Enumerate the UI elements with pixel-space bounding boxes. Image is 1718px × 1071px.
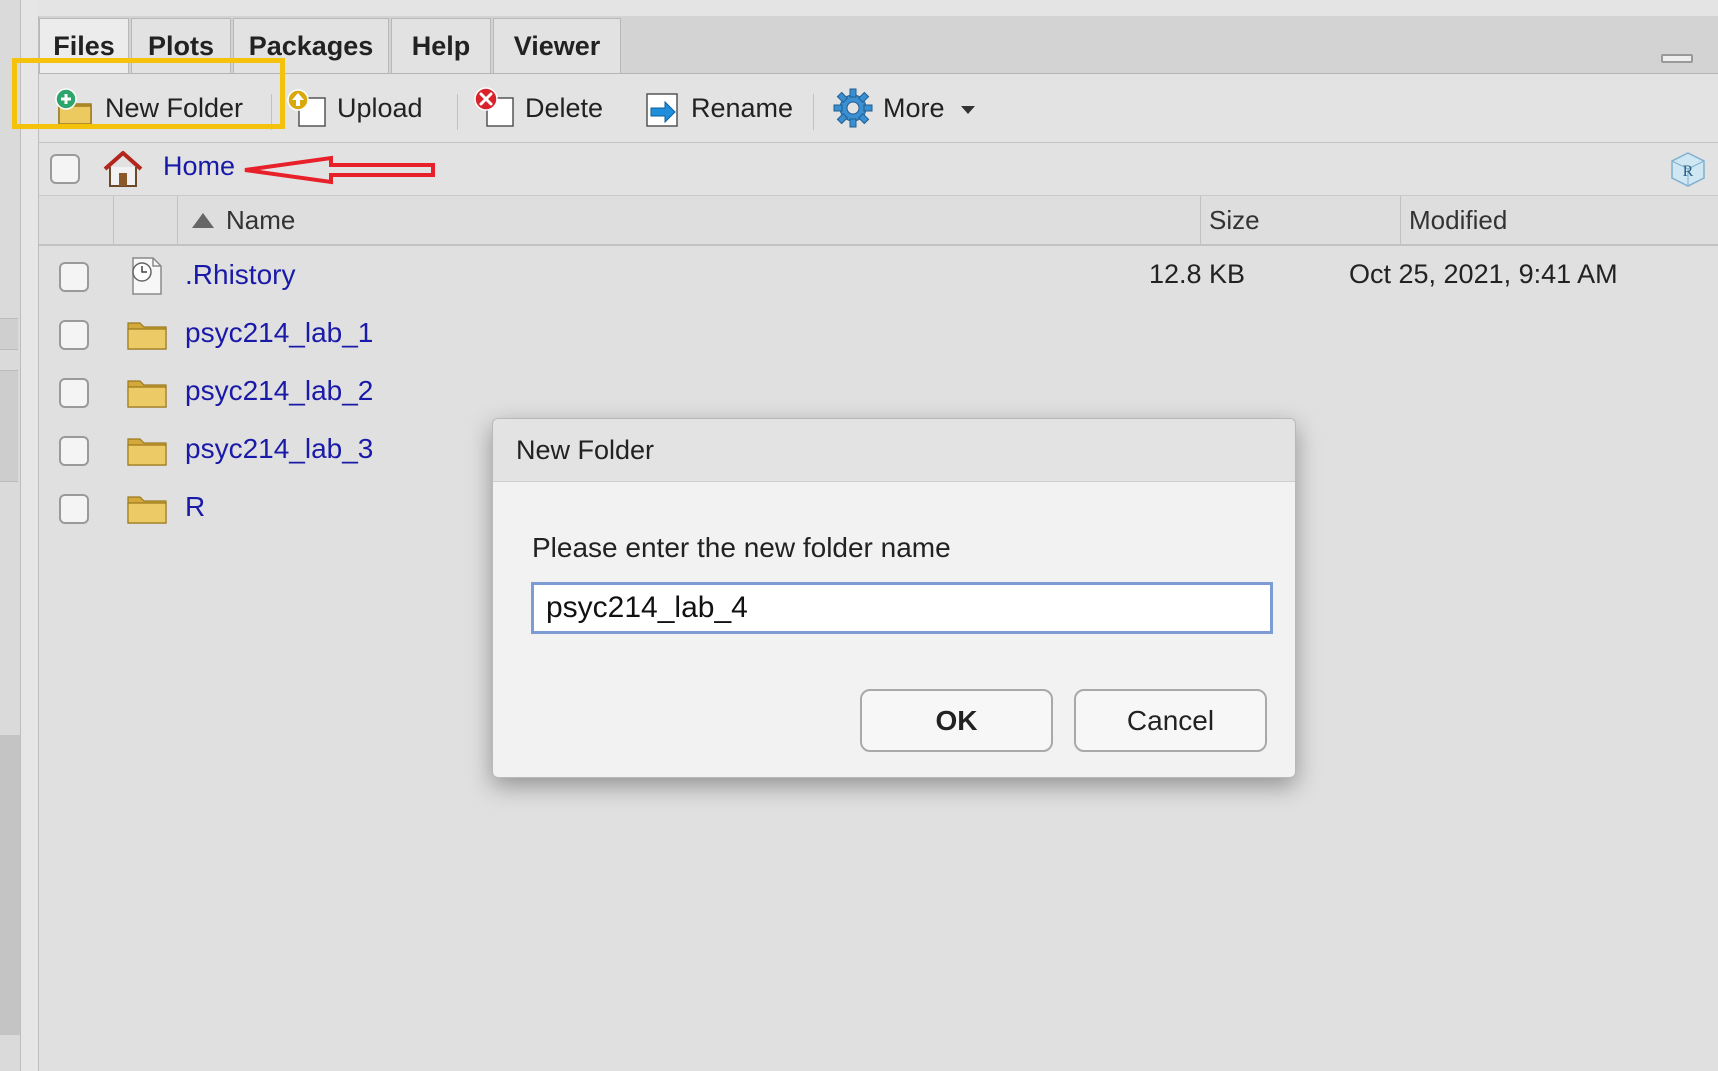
table-row[interactable]: psyc214_lab_2 — [39, 364, 1718, 420]
file-modified: Oct 25, 2021, 9:41 AM — [1349, 259, 1618, 289]
left-pane-scrollbar[interactable] — [0, 735, 20, 1035]
delete-label: Delete — [525, 92, 604, 123]
row-checkbox[interactable] — [59, 378, 89, 408]
annotation-highlight-box — [12, 58, 285, 129]
delete-button[interactable]: Delete — [473, 82, 603, 134]
more-button[interactable]: More — [831, 82, 975, 134]
folder-icon — [127, 430, 167, 470]
folder-name-link[interactable]: psyc214_lab_3 — [185, 433, 373, 465]
minimize-pane-icon[interactable] — [1661, 54, 1693, 63]
header-icon-column — [113, 196, 177, 244]
folder-name-link[interactable]: R — [185, 491, 205, 523]
header-name-column[interactable]: Name — [177, 196, 1200, 244]
tab-viewer[interactable]: Viewer — [493, 18, 621, 73]
left-pane-edge — [0, 0, 21, 1071]
tab-help[interactable]: Help — [391, 18, 491, 73]
rename-icon — [639, 86, 683, 130]
sort-ascending-icon — [192, 212, 214, 228]
folder-icon — [127, 314, 167, 354]
file-list-header: Name Size Modified — [39, 196, 1718, 246]
upload-button[interactable]: Upload — [285, 82, 423, 134]
files-toolbar: New Folder Upload Delete Rename More — [39, 74, 1718, 143]
select-all-checkbox[interactable] — [50, 154, 80, 184]
folder-name-link[interactable]: psyc214_lab_1 — [185, 317, 373, 349]
r-project-icon[interactable]: R — [1669, 150, 1707, 188]
header-modified-label: Modified — [1409, 204, 1508, 235]
dialog-prompt: Please enter the new folder name — [532, 532, 951, 563]
file-name-link[interactable]: .Rhistory — [185, 259, 295, 291]
annotation-arrow — [244, 155, 435, 185]
ok-button[interactable]: OK — [860, 689, 1053, 752]
home-icon[interactable] — [101, 149, 145, 189]
history-file-icon — [132, 257, 162, 295]
chevron-down-icon — [960, 106, 975, 114]
svg-text:R: R — [1683, 163, 1694, 180]
folder-name-input[interactable] — [531, 582, 1273, 634]
more-label: More — [883, 92, 945, 123]
row-checkbox[interactable] — [59, 262, 89, 292]
dialog-title: New Folder — [493, 419, 1295, 482]
folder-name-link[interactable]: psyc214_lab_2 — [185, 375, 373, 407]
header-name-label: Name — [226, 204, 296, 235]
table-row[interactable]: .Rhistory 12.8 KB Oct 25, 2021, 9:41 AM — [39, 248, 1718, 304]
gear-icon — [831, 86, 875, 130]
left-pane-tab[interactable] — [0, 318, 18, 350]
folder-icon — [127, 488, 167, 528]
folder-icon — [127, 372, 167, 412]
header-size-label: Size — [1209, 204, 1260, 235]
delete-icon — [473, 86, 517, 130]
path-bar: Home R — [39, 143, 1718, 196]
rename-label: Rename — [691, 92, 794, 123]
left-pane-tab[interactable] — [0, 370, 18, 482]
row-checkbox[interactable] — [59, 436, 89, 466]
pane-splitter[interactable] — [21, 0, 38, 1071]
cancel-button[interactable]: Cancel — [1074, 689, 1267, 752]
table-row[interactable]: psyc214_lab_1 — [39, 306, 1718, 362]
toolbar-separator — [813, 94, 814, 130]
toolbar-separator — [457, 94, 458, 130]
rename-button[interactable]: Rename — [639, 82, 793, 134]
row-checkbox[interactable] — [59, 320, 89, 350]
row-checkbox[interactable] — [59, 494, 89, 524]
header-size-column[interactable]: Size — [1200, 196, 1400, 244]
pane-tab-bar: Files Plots Packages Help Viewer — [39, 16, 1718, 74]
file-size: 12.8 KB — [1149, 259, 1246, 289]
breadcrumb-home[interactable]: Home — [163, 151, 235, 182]
new-folder-dialog: New Folder Please enter the new folder n… — [492, 418, 1296, 778]
upload-icon — [285, 86, 329, 130]
upload-label: Upload — [337, 92, 423, 123]
header-modified-column[interactable]: Modified — [1400, 196, 1718, 244]
